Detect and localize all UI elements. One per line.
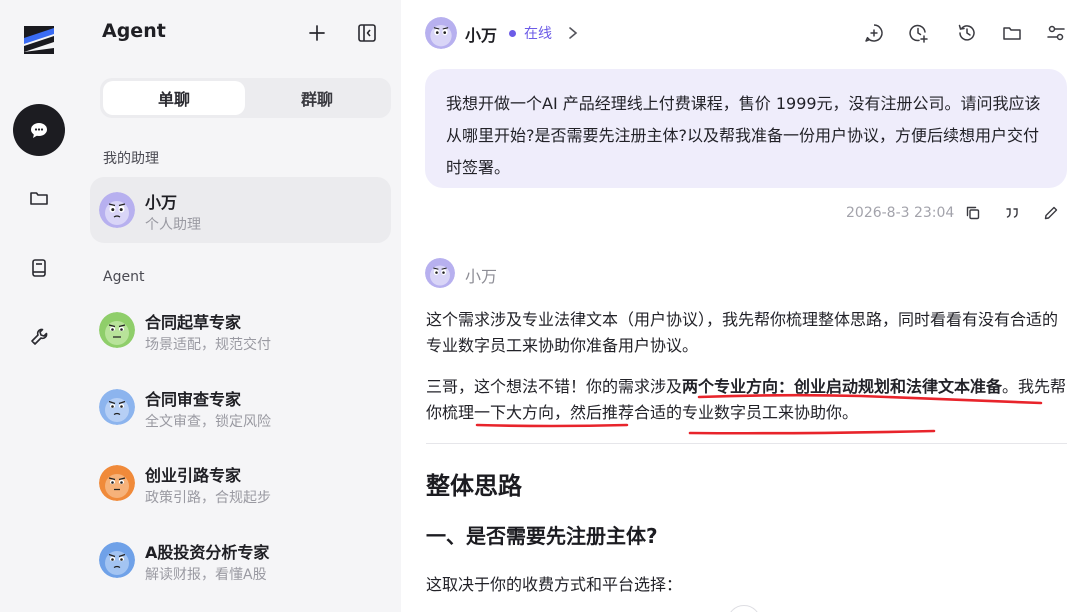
agent-item-contract-drafting[interactable]: 合同起草专家 场景适配，规范交付 (90, 297, 391, 363)
agent-subtitle: 政策引路，合规起步 (145, 490, 271, 506)
subsection-heading: 一、是否需要先注册主体? (426, 524, 658, 548)
folder-icon[interactable] (1001, 22, 1023, 44)
message-timestamp: 2026-8-3 23:04 (846, 205, 955, 221)
section-my-assistant: 我的助理 (103, 151, 159, 167)
agent-name: 合同起草专家 (145, 313, 242, 332)
agent-name: A股投资分析专家 (145, 543, 270, 562)
chat-bubble-icon (31, 123, 47, 138)
agent-name: 创业引路专家 (145, 466, 242, 485)
app-logo (24, 26, 54, 54)
book-icon (32, 259, 46, 277)
avatar (99, 389, 135, 425)
agent-sidebar: Agent 单聊 群聊 我的助理 小万 个人助理 Agent 合同起草专家 场景… (78, 0, 401, 612)
clock-plus-icon[interactable] (907, 22, 929, 44)
agent-name: 小万 (145, 193, 178, 212)
agent-item-startup-guide[interactable]: 创业引路专家 政策引路，合规起步 (90, 450, 391, 516)
history-icon[interactable] (956, 22, 978, 44)
agent-subtitle: 个人助理 (145, 217, 201, 233)
agent-name: 合同审查专家 (145, 390, 242, 409)
copy-icon[interactable] (964, 204, 982, 222)
agent-subtitle: 场景适配，规范交付 (145, 337, 271, 353)
collapse-sidebar-icon[interactable] (356, 22, 378, 44)
sidebar-title: Agent (102, 20, 166, 42)
edit-icon[interactable] (1042, 204, 1060, 222)
online-dot (509, 30, 516, 37)
avatar (425, 258, 455, 288)
add-icon[interactable] (306, 22, 328, 44)
avatar (99, 542, 135, 578)
summary-text-a: 三哥，这个想法不错！你的需求涉及 (426, 377, 683, 396)
avatar (425, 17, 457, 49)
divider (426, 443, 1067, 444)
agent-item-a-share-analysis[interactable]: A股投资分析专家 解读财报，看懂A股 (90, 527, 391, 593)
status-text: 在线 (524, 26, 552, 42)
quote-icon[interactable] (1003, 204, 1021, 222)
rail-book-button[interactable] (13, 242, 65, 294)
chat-panel: 小万 在线 我想开做一个AI 产品经理线上付费课程，售价 1999元，没有注册公… (401, 0, 1080, 612)
assistant-item-xiaowan[interactable]: 小万 个人助理 (90, 177, 391, 243)
tab-single-chat[interactable]: 单聊 (103, 81, 245, 115)
avatar (99, 312, 135, 348)
folder-icon (30, 192, 48, 205)
rail-chat-button[interactable] (13, 104, 65, 156)
tab-group-chat[interactable]: 群聊 (246, 81, 388, 115)
chevron-right-icon[interactable] (566, 24, 580, 42)
bot-paragraph-detail: 这取决于你的收费方式和平台选择： (426, 575, 683, 594)
left-rail (0, 0, 78, 612)
section-heading: 整体思路 (426, 472, 522, 500)
scroll-down-button[interactable] (727, 605, 761, 612)
rail-folder-button[interactable] (13, 172, 65, 224)
section-agent: Agent (103, 269, 145, 285)
rail-tools-button[interactable] (13, 311, 65, 363)
avatar (99, 465, 135, 501)
chat-type-tabs: 单聊 群聊 (100, 78, 391, 118)
avatar (99, 192, 135, 228)
wrench-icon (31, 328, 48, 345)
add-chat-icon[interactable] (863, 22, 885, 44)
bot-paragraph-summary: 三哥，这个想法不错！你的需求涉及两个专业方向：创业启动规划和法律文本准备。我先帮… (426, 374, 1071, 426)
bot-name: 小万 (465, 267, 498, 286)
settings-sliders-icon[interactable] (1045, 22, 1067, 44)
chat-title[interactable]: 小万 (465, 22, 497, 46)
agent-item-contract-review[interactable]: 合同审查专家 全文审查，锁定风险 (90, 374, 391, 440)
agent-subtitle: 解读财报，看懂A股 (145, 567, 267, 583)
agent-subtitle: 全文审查，锁定风险 (145, 414, 271, 430)
bot-paragraph-intro: 这个需求涉及专业法律文本（用户协议），我先帮你梳理整体思路，同时看看有没有合适的… (426, 310, 1059, 355)
user-message-bubble: 我想开做一个AI 产品经理线上付费课程，售价 1999元，没有注册公司。请问我应… (425, 69, 1067, 188)
summary-text-bold: 两个专业方向：创业启动规划和法律文本准备 (682, 377, 1003, 396)
